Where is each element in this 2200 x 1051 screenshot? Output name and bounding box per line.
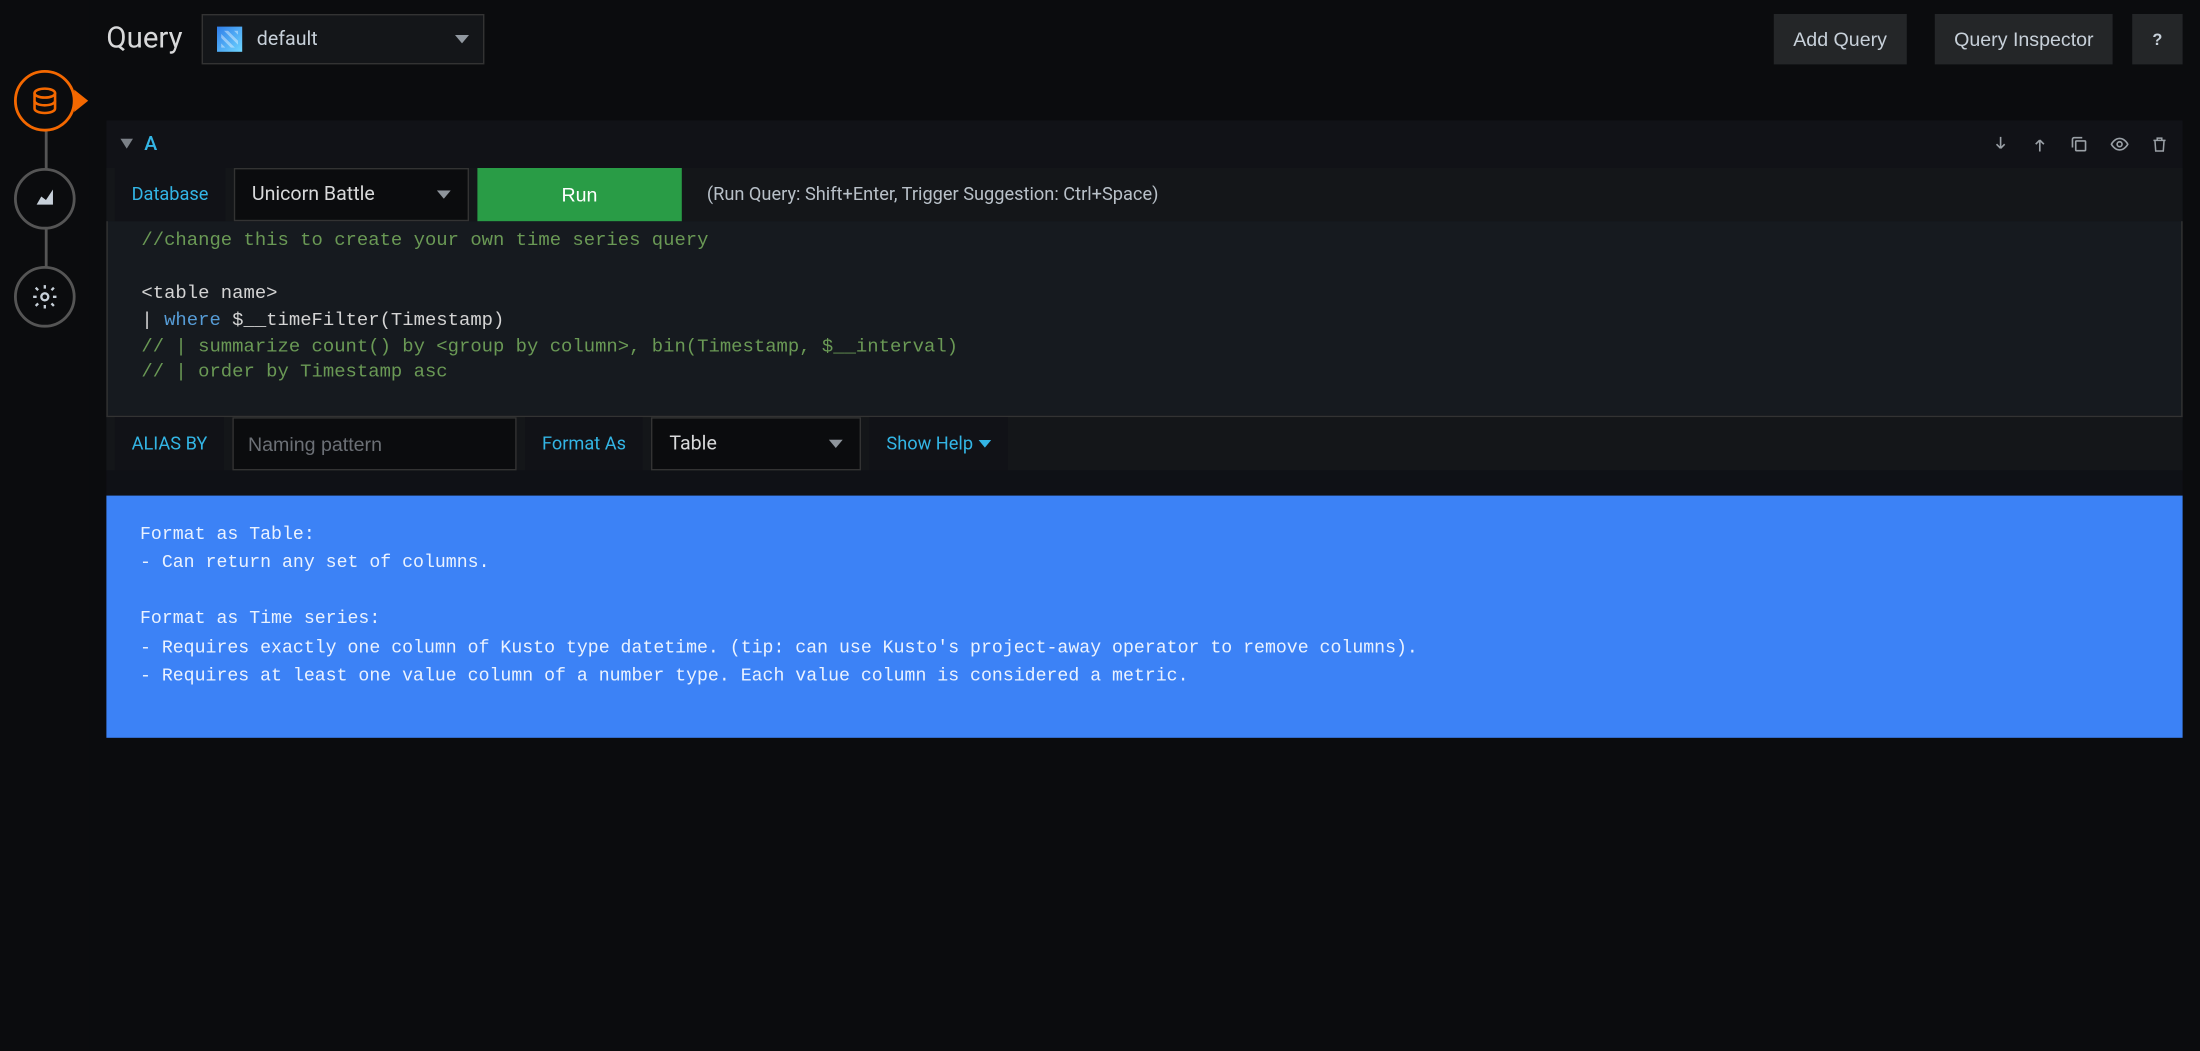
caret-down-icon — [437, 190, 451, 198]
main-panel: Query default Add Query Query Inspector … — [90, 0, 2200, 1051]
format-select[interactable]: Table — [651, 417, 861, 470]
query-letter: A — [144, 133, 157, 155]
topbar: Query default Add Query Query Inspector … — [106, 14, 2183, 64]
svg-text:?: ? — [2153, 31, 2163, 49]
move-up-icon[interactable] — [2031, 134, 2051, 154]
caret-down-icon — [456, 35, 470, 43]
help-button[interactable]: ? — [2133, 14, 2183, 64]
format-value: Table — [669, 433, 716, 455]
run-button[interactable]: Run — [477, 168, 681, 221]
move-down-icon[interactable] — [1991, 134, 2011, 154]
show-help-toggle[interactable]: Show Help — [870, 417, 1008, 470]
tab-datasource[interactable] — [14, 70, 76, 132]
caret-down-icon — [979, 440, 992, 448]
add-query-button[interactable]: Add Query — [1774, 14, 1907, 64]
datasource-name: default — [257, 28, 318, 50]
query-controls: Database Unicorn Battle Run (Run Query: … — [106, 168, 2183, 221]
tab-sidebar — [0, 0, 90, 1051]
alias-input-wrap — [233, 417, 517, 470]
alias-input[interactable] — [248, 433, 501, 455]
query-row: A Database Unicorn Battle Run — [106, 120, 2183, 737]
database-select[interactable]: Unicorn Battle — [234, 168, 469, 221]
datasource-select[interactable]: default — [202, 14, 485, 64]
duplicate-icon[interactable] — [2070, 134, 2090, 154]
database-value: Unicorn Battle — [252, 183, 375, 205]
query-inspector-button[interactable]: Query Inspector — [1935, 14, 2114, 64]
page-title: Query — [106, 22, 182, 56]
format-label: Format As — [525, 417, 643, 470]
query-body: Database Unicorn Battle Run (Run Query: … — [106, 168, 2183, 738]
toggle-visibility-icon[interactable] — [2109, 134, 2131, 154]
tab-visualization[interactable] — [14, 168, 76, 230]
alias-label: ALIAS BY — [115, 417, 224, 470]
query-header: A — [106, 120, 2183, 168]
delete-icon[interactable] — [2151, 134, 2169, 154]
caret-down-icon — [829, 440, 843, 448]
collapse-toggle[interactable] — [120, 138, 133, 151]
database-label: Database — [115, 168, 225, 221]
code-editor[interactable]: //change this to create your own time se… — [106, 221, 2183, 417]
tab-general[interactable] — [14, 266, 76, 328]
query-options: ALIAS BY Format As Table Show Help — [106, 417, 2183, 470]
help-panel: Format as Table: - Can return any set of… — [106, 496, 2183, 738]
datasource-icon — [218, 27, 243, 52]
query-actions — [1991, 134, 2169, 154]
run-hint: (Run Query: Shift+Enter, Trigger Suggest… — [690, 168, 1175, 221]
